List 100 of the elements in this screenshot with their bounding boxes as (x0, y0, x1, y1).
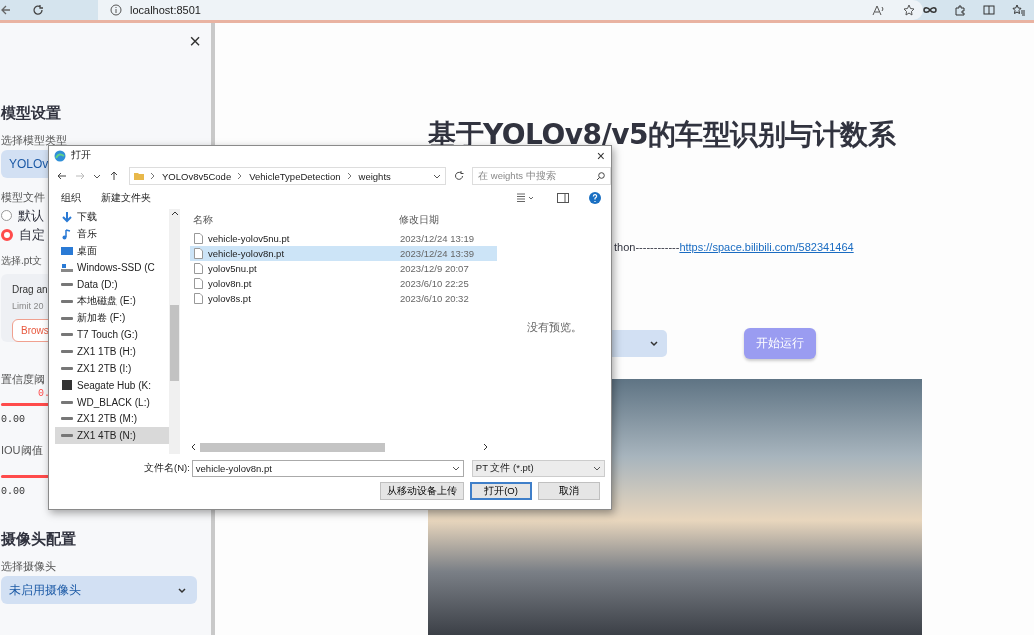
back-icon[interactable] (57, 171, 67, 181)
chevron-down-icon (592, 464, 601, 472)
breadcrumb[interactable]: VehicleTypeDetection (249, 170, 341, 182)
drive-icon (61, 316, 73, 320)
filename-label: 文件名(N): (144, 461, 190, 475)
file-row[interactable]: yolov5nu.pt 2023/12/9 20:07 (190, 261, 497, 276)
drive-icon (61, 434, 73, 438)
slider-label: IOU阈值 (1, 443, 43, 457)
desktop-icon (61, 245, 73, 257)
address-bar[interactable]: localhost:8501 (130, 4, 201, 16)
split-screen-icon[interactable] (983, 4, 995, 16)
file-icon (194, 278, 203, 289)
drive-icon (61, 417, 73, 421)
chevron-down-icon[interactable] (93, 172, 101, 180)
nav-item[interactable]: Data (D:) (55, 276, 169, 293)
infinity-icon[interactable] (923, 4, 937, 16)
dialog-title: 打开 (71, 149, 91, 162)
up-arrow-icon[interactable] (109, 171, 119, 181)
chevron-down-icon[interactable] (433, 172, 442, 180)
file-row[interactable]: yolov8n.pt 2023/6/10 22:25 (190, 276, 497, 291)
help-icon[interactable] (589, 192, 601, 204)
breadcrumb[interactable]: weights (358, 170, 391, 182)
field-label: 选择.pt文 (1, 254, 43, 268)
file-icon (194, 293, 203, 304)
radio-label: 自定 (19, 227, 45, 242)
close-button[interactable]: × (596, 147, 605, 164)
field-label: 选择模型类型 (1, 133, 67, 147)
file-row[interactable]: vehicle-yolov5nu.pt 2023/12/24 13:19 (190, 231, 497, 246)
file-type-select[interactable]: PT 文件 (*.pt) (471, 459, 605, 477)
drive-icon (61, 367, 73, 371)
select-value: 未启用摄像头 (9, 581, 81, 599)
preview-pane-icon[interactable] (557, 193, 569, 203)
nav-item[interactable]: T7 Touch (G:) (55, 326, 169, 344)
nav-item[interactable]: ZX1 1TB (H:) (55, 343, 169, 361)
back-icon[interactable] (0, 4, 10, 16)
drive-icon (61, 350, 73, 354)
file-row[interactable]: vehicle-yolov8n.pt 2023/12/24 13:39 (190, 246, 497, 261)
slider-label: 置信度阈 (1, 372, 45, 386)
organize-menu[interactable]: 组织 (61, 191, 81, 205)
author-link[interactable]: https://space.bilibili.com/582341464 (679, 241, 854, 253)
refresh-icon[interactable] (32, 4, 44, 16)
file-icon (194, 233, 203, 244)
file-icon (194, 263, 203, 274)
file-icon (194, 248, 203, 259)
close-button[interactable]: × (189, 31, 201, 51)
search-placeholder: 在 weights 中搜索 (478, 169, 556, 183)
preview-text: 没有预览。 (526, 321, 582, 335)
dialog-button[interactable]: 从移动设备上传 (380, 482, 464, 500)
filename-field[interactable]: vehicle-yolov8n.pt (191, 459, 464, 477)
file-row[interactable]: yolov8s.pt 2023/6/10 20:32 (190, 291, 497, 306)
chevron-right-icon (150, 172, 156, 180)
nav-item[interactable]: 桌面 (55, 242, 169, 260)
nav-item[interactable]: 本地磁盘 (E:) (55, 293, 169, 310)
section-heading: 模型设置 (1, 103, 62, 123)
section-heading: 摄像头配置 (1, 529, 77, 549)
dialog-button[interactable]: 取消 (538, 482, 600, 500)
chevron-left-icon[interactable] (190, 443, 196, 451)
chevron-up-icon[interactable] (170, 209, 179, 217)
new-folder-button[interactable]: 新建文件夹 (101, 191, 151, 205)
nav-item[interactable]: Seagate Hub (K: (55, 376, 169, 394)
scrollbar-thumb[interactable] (200, 442, 385, 452)
star-icon[interactable] (903, 4, 915, 16)
column-header[interactable]: 名称 (193, 213, 399, 227)
breadcrumb[interactable]: YOLOv8v5Code (162, 170, 232, 182)
filename-value: vehicle-yolov8n.pt (195, 462, 272, 474)
field-label: 模型文件 (1, 190, 45, 204)
chevron-right-icon[interactable] (483, 443, 489, 451)
read-aloud-icon[interactable] (872, 4, 886, 16)
refresh-icon[interactable] (454, 171, 465, 181)
radio-button[interactable] (1, 210, 12, 221)
drive-icon (61, 400, 73, 404)
scrollbar[interactable] (169, 209, 180, 454)
puzzle-icon[interactable] (954, 4, 966, 16)
slider-min-value: 0.00 (1, 486, 25, 497)
nav-item[interactable]: WD_BLACK (L:) (55, 393, 169, 411)
nav-item[interactable]: 下载 (55, 209, 169, 226)
nav-item[interactable]: ZX1 2TB (M:) (55, 410, 169, 428)
nav-item[interactable]: Windows-SSD (C (55, 259, 169, 277)
nav-item[interactable]: ZX1 4TB (N:) (55, 427, 169, 445)
music-icon (61, 228, 73, 241)
search-icon (596, 171, 605, 181)
author-text: thon------------ (614, 241, 680, 253)
info-icon[interactable] (110, 4, 122, 16)
chevron-down-icon (177, 585, 187, 595)
folder-icon (134, 171, 144, 181)
radio-label: 默认 (18, 208, 44, 223)
hub-icon (61, 379, 73, 392)
dialog-button[interactable]: 打开(O) (470, 482, 532, 500)
radio-button[interactable] (1, 228, 13, 241)
nav-item[interactable]: 音乐 (55, 225, 169, 243)
nav-item[interactable]: 新加卷 (F:) (55, 309, 169, 327)
camera-select[interactable]: 未启用摄像头 (1, 576, 197, 604)
slider-value: 0. (38, 388, 51, 399)
drive-icon (61, 333, 73, 337)
search-field[interactable]: 在 weights 中搜索 (472, 167, 611, 185)
field-label: 选择摄像头 (1, 559, 56, 573)
chevron-down-icon (451, 464, 460, 472)
column-header[interactable]: 修改日期 (399, 213, 439, 227)
favorites-icon[interactable] (1012, 4, 1026, 16)
nav-item[interactable]: ZX1 2TB (I:) (55, 360, 169, 377)
